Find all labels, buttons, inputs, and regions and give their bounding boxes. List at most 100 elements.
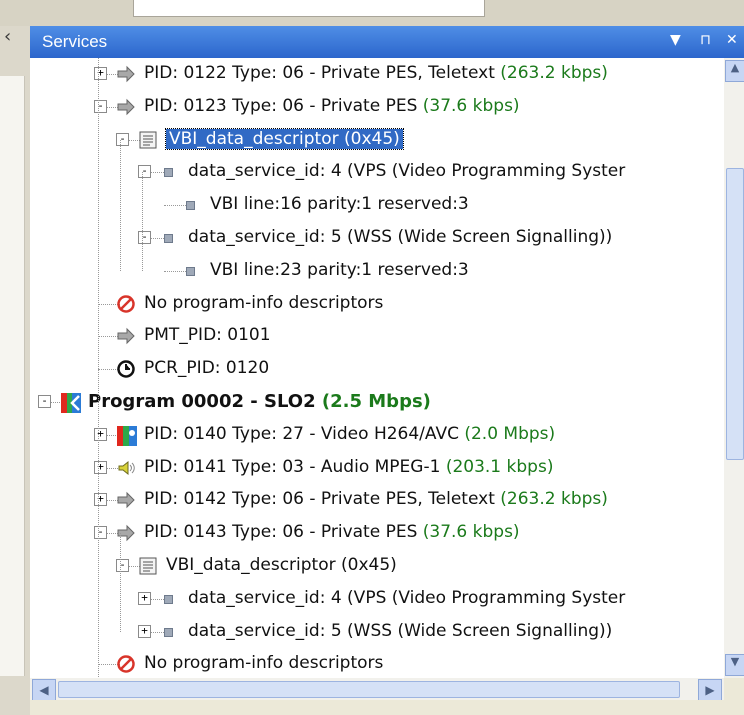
tree-row[interactable]: - PID: 0143 Type: 06 - Private PES (37.6 … [30, 517, 724, 550]
expand-icon[interactable]: + [94, 67, 107, 80]
tree-node-label[interactable]: PID: 0142 Type: 06 - Private PES, Telete… [144, 489, 608, 509]
node-text: PID: 0143 Type: 06 - Private PES [144, 522, 423, 543]
tree-row[interactable]: - data_service_id: 5 (WSS (Wide Screen Si… [30, 222, 724, 255]
tree-row[interactable]: - data_service_id: 4 (VPS (Video Programm… [30, 156, 724, 189]
audio-icon [116, 458, 136, 478]
vertical-scrollbar[interactable]: ▲ ▼ [724, 58, 744, 678]
tree-node-label[interactable]: data_service_id: 5 (WSS (Wide Screen Sig… [188, 227, 612, 247]
tree-row[interactable]: PMT_PID: 0101 [30, 320, 724, 353]
tree-node-label[interactable]: PID: 0141 Type: 03 - Audio MPEG-1 (203.1… [144, 457, 553, 477]
tree-row[interactable]: + PID: 0140 Type: 27 - Video H264/AVC (2.… [30, 419, 724, 452]
bitrate-label: (37.6 kbps) [422, 522, 520, 543]
expand-icon[interactable]: + [94, 427, 107, 441]
tree-row[interactable]: + PID: 0142 Type: 06 - Private PES, Telet… [30, 484, 724, 517]
node-bullet-icon [164, 234, 173, 243]
node-text: data_service_id: 4 (VPS (Video Programmi… [188, 161, 626, 182]
tree-node-label[interactable]: PID: 0140 Type: 27 - Video H264/AVC (2.0… [144, 424, 555, 444]
video-icon [116, 425, 137, 446]
tree-node-label[interactable]: VBI line:23 parity:1 reserved:3 [210, 260, 469, 280]
arrow-icon [116, 523, 136, 543]
tree-row[interactable]: No program-info descriptors [30, 288, 724, 321]
descriptor-icon [138, 556, 158, 576]
services-tree[interactable]: + PID: 0122 Type: 06 - Private PES, Telet… [30, 58, 724, 678]
tree-node-label[interactable]: PID: 0123 Type: 06 - Private PES (37.6 k… [144, 96, 520, 116]
expand-icon[interactable]: + [94, 493, 107, 507]
arrow-icon [116, 64, 136, 84]
tree-connector [164, 205, 186, 207]
scroll-up-button[interactable]: ▲ [725, 60, 744, 82]
horizontal-scroll-thumb[interactable] [58, 681, 680, 698]
collapse-icon[interactable]: - [38, 395, 51, 408]
close-icon[interactable]: ✕ [726, 32, 738, 48]
arrow-icon [116, 97, 136, 117]
tree-node-label[interactable]: VBI line:16 parity:1 reserved:3 [210, 194, 469, 214]
tree-row[interactable]: VBI line:16 parity:1 reserved:3 [30, 189, 724, 222]
dropdown-icon[interactable]: ▼ [670, 32, 681, 48]
node-text: VBI line:23 parity:1 reserved:3 [210, 259, 469, 280]
tree-row[interactable]: + data_service_id: 5 (WSS (Wide Screen Si… [30, 616, 724, 649]
node-bullet-icon [186, 201, 195, 211]
top-strip [0, 0, 744, 26]
tree-row[interactable]: + PID: 0141 Type: 03 - Audio MPEG-1 (203.… [30, 452, 724, 485]
pin-icon[interactable]: ⊓ [700, 32, 711, 48]
tree-node-label[interactable]: PMT_PID: 0101 [144, 325, 271, 345]
tree-node-label[interactable]: data_service_id: 4 (VPS (Video Programmi… [188, 588, 625, 608]
node-bullet-icon [186, 266, 195, 276]
services-titlebar: Services ▼ ⊓ ✕ [30, 26, 744, 58]
collapse-icon[interactable]: - [94, 526, 107, 540]
tree-row[interactable]: - VBI_data_descriptor (0x45) [30, 550, 724, 583]
tree-row[interactable]: - VBI_data_descriptor (0x45) [30, 124, 724, 157]
tree-node-label[interactable]: data_service_id: 5 (WSS (Wide Screen Sig… [188, 621, 612, 641]
scroll-left-button[interactable]: ◀ [32, 679, 56, 701]
expand-icon[interactable]: + [138, 591, 151, 605]
tree-node-label[interactable]: No program-info descriptors [144, 653, 383, 673]
tree-row[interactable]: No program-info descriptors [30, 648, 724, 678]
horizontal-scrollbar[interactable]: ◀ ▶ [30, 678, 724, 701]
left-pane: ‹ [0, 26, 31, 715]
scroll-down-button[interactable]: ▼ [725, 654, 744, 676]
tree-node-label[interactable]: VBI_data_descriptor (0x45) [166, 555, 397, 575]
tree-node-label[interactable]: data_service_id: 4 (VPS (Video Programmi… [188, 161, 625, 181]
tree-node-label[interactable]: PID: 0122 Type: 06 - Private PES, Telete… [144, 63, 608, 83]
node-text: PID: 0123 Type: 06 - Private PES [144, 95, 423, 116]
node-text: PID: 0142 Type: 06 - Private PES, Telete… [144, 489, 501, 510]
tree-node-label[interactable]: PCR_PID: 0120 [144, 358, 269, 378]
collapse-icon[interactable]: - [116, 132, 129, 146]
node-text: PID: 0140 Type: 27 - Video H264/AVC [144, 423, 465, 444]
node-text: VBI_data_descriptor (0x45) [166, 555, 397, 575]
collapse-icon[interactable]: - [138, 165, 151, 179]
no-icon [116, 654, 136, 674]
tree-row[interactable]: VBI line:23 parity:1 reserved:3 [30, 255, 724, 288]
node-text: Program 00002 - SLO2 [88, 391, 322, 412]
tree-node-label[interactable]: VBI_data_descriptor (0x45) [165, 127, 404, 150]
left-arrow-icon[interactable]: ‹ [4, 26, 11, 47]
expand-icon[interactable]: + [138, 624, 151, 638]
node-text: data_service_id: 4 (VPS (Video Programmi… [188, 587, 626, 608]
status-strip [30, 700, 744, 715]
arrow-icon [116, 326, 136, 346]
tree-node-label[interactable]: Program 00002 - SLO2 (2.5 Mbps) [88, 391, 431, 412]
node-text: VBI line:16 parity:1 reserved:3 [210, 194, 469, 215]
scroll-right-button[interactable]: ▶ [698, 679, 722, 701]
program-icon [60, 392, 81, 413]
bitrate-label: (263.2 kbps) [500, 489, 608, 510]
vertical-scroll-thumb[interactable] [726, 168, 744, 460]
clock-icon [116, 359, 136, 379]
tree-row[interactable]: + data_service_id: 4 (VPS (Video Programm… [30, 583, 724, 616]
tree-node-label[interactable]: No program-info descriptors [144, 293, 383, 313]
collapse-icon[interactable]: - [138, 231, 151, 244]
node-text: PID: 0122 Type: 06 - Private PES, Telete… [144, 63, 501, 83]
collapse-icon[interactable]: - [94, 99, 107, 113]
tree-node-label[interactable]: PID: 0143 Type: 06 - Private PES (37.6 k… [144, 522, 520, 542]
node-text: VBI_data_descriptor (0x45) [165, 127, 404, 150]
node-bullet-icon [164, 594, 173, 604]
expand-icon[interactable]: + [94, 460, 107, 474]
tree-row[interactable]: - PID: 0123 Type: 06 - Private PES (37.6 … [30, 91, 724, 124]
collapse-icon[interactable]: - [116, 559, 129, 572]
tree-row[interactable]: - Program 00002 - SLO2 (2.5 Mbps) [30, 386, 724, 419]
tree-row[interactable]: PCR_PID: 0120 [30, 353, 724, 386]
tree-row[interactable]: + PID: 0122 Type: 06 - Private PES, Telet… [30, 58, 724, 91]
bitrate-label: (263.2 kbps) [500, 63, 608, 83]
node-text: No program-info descriptors [144, 653, 384, 674]
node-text: No program-info descriptors [144, 292, 384, 313]
